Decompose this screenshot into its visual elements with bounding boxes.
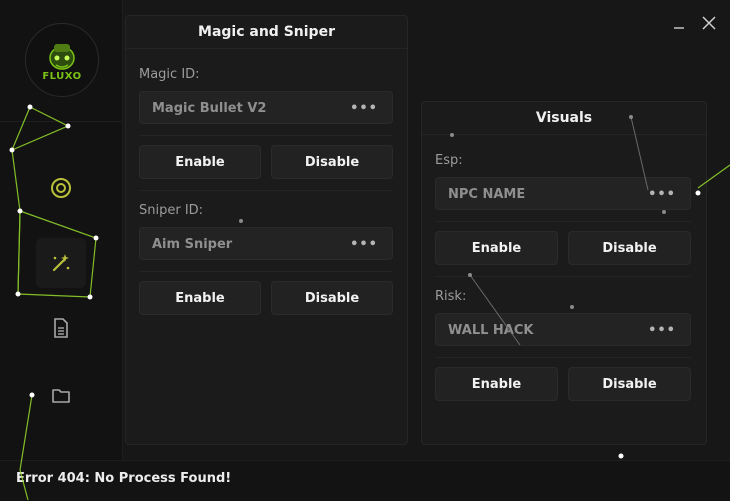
sniper-disable-button[interactable]: Disable <box>271 281 393 315</box>
esp-enable-button[interactable]: Enable <box>435 231 558 265</box>
panel-title: Visuals <box>422 102 706 135</box>
target-icon <box>51 178 71 198</box>
sniper-id-field[interactable]: Aim Sniper ••• <box>139 227 393 260</box>
risk-value: WALL HACK <box>448 323 534 338</box>
magic-id-label: Magic ID: <box>139 67 200 82</box>
risk-field[interactable]: WALL HACK ••• <box>435 313 691 346</box>
sniper-id-label: Sniper ID: <box>139 203 204 218</box>
sidebar: FLUXO <box>0 0 123 460</box>
divider <box>139 190 393 191</box>
risk-enable-button[interactable]: Enable <box>435 367 558 401</box>
magic-id-value: Magic Bullet V2 <box>152 101 267 116</box>
divider <box>435 357 691 358</box>
more-options-icon[interactable]: ••• <box>648 314 676 347</box>
risk-disable-button[interactable]: Disable <box>568 367 691 401</box>
close-button[interactable] <box>700 14 718 32</box>
logo-text: FLUXO <box>42 70 82 82</box>
more-options-icon[interactable]: ••• <box>350 92 378 125</box>
document-icon <box>54 318 68 338</box>
folder-icon <box>52 389 70 403</box>
esp-disable-button[interactable]: Disable <box>568 231 691 265</box>
magic-id-field[interactable]: Magic Bullet V2 ••• <box>139 91 393 124</box>
divider <box>435 276 691 277</box>
esp-label: Esp: <box>435 153 463 168</box>
logo-mascot-icon <box>49 43 75 70</box>
window-controls <box>670 14 718 32</box>
visuals-panel: Visuals Esp: NPC NAME ••• Enable Disable… <box>421 101 707 445</box>
magic-disable-button[interactable]: Disable <box>271 145 393 179</box>
magic-sniper-panel: Magic and Sniper Magic ID: Magic Bullet … <box>125 15 408 445</box>
esp-field[interactable]: NPC NAME ••• <box>435 177 691 210</box>
app-logo: FLUXO <box>25 23 99 97</box>
sidebar-item-target[interactable] <box>36 163 86 213</box>
panel-title: Magic and Sniper <box>126 16 407 49</box>
sidebar-item-magic[interactable] <box>36 238 86 288</box>
sidebar-divider <box>0 121 122 122</box>
minimize-button[interactable] <box>670 14 688 32</box>
sidebar-item-document[interactable] <box>36 303 86 353</box>
magic-wand-icon <box>52 254 70 272</box>
minimize-icon <box>674 27 684 29</box>
divider <box>139 271 393 272</box>
esp-value: NPC NAME <box>448 187 526 202</box>
risk-label: Risk: <box>435 289 467 304</box>
divider <box>435 221 691 222</box>
magic-enable-button[interactable]: Enable <box>139 145 261 179</box>
status-bar: Error 404: No Process Found! <box>0 460 730 501</box>
sniper-id-value: Aim Sniper <box>152 237 233 252</box>
divider <box>139 135 393 136</box>
more-options-icon[interactable]: ••• <box>648 178 676 211</box>
close-icon <box>702 16 716 30</box>
app-window: FLUXO Magic and Sniper Magic ID: Magic B… <box>0 0 730 501</box>
sniper-enable-button[interactable]: Enable <box>139 281 261 315</box>
more-options-icon[interactable]: ••• <box>350 228 378 261</box>
status-message: Error 404: No Process Found! <box>16 471 232 486</box>
sidebar-item-folder[interactable] <box>36 371 86 421</box>
